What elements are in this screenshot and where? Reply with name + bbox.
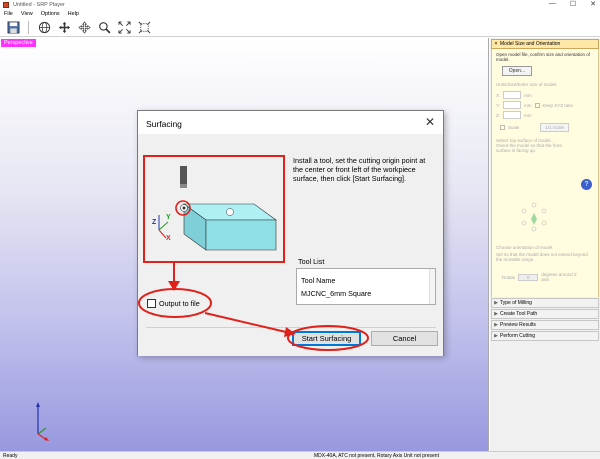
expand-arrow-icon: ▶ bbox=[494, 300, 498, 306]
status-bar: Ready MDX-40A, ATC not present, Rotary A… bbox=[0, 451, 600, 459]
title-bar: Untitled - SRP Player — ☐ ✕ bbox=[0, 0, 600, 10]
start-surfacing-button[interactable]: Start Surfacing bbox=[292, 331, 361, 346]
window-title: Untitled - SRP Player bbox=[13, 2, 65, 8]
status-ready: Ready bbox=[3, 452, 18, 459]
surfacing-dialog: Surfacing ✕ Z Y X Install a tool, set th… bbox=[137, 110, 444, 356]
section-label: Preview Results bbox=[500, 322, 536, 328]
y-size-field[interactable] bbox=[503, 101, 522, 109]
open-model-button[interactable]: Open... bbox=[502, 66, 532, 76]
expand-arrow-icon: ▶ bbox=[494, 333, 498, 339]
help-icon[interactable]: ? bbox=[581, 179, 592, 190]
unit-label: mm bbox=[524, 102, 532, 108]
pan-icon[interactable] bbox=[77, 21, 91, 35]
output-to-file-label: Output to file bbox=[159, 299, 200, 308]
rotate-label: Rotate bbox=[502, 274, 516, 280]
dialog-title: Surfacing bbox=[146, 119, 182, 129]
zoom-fit-icon[interactable] bbox=[117, 21, 131, 35]
minimize-button[interactable]: — bbox=[549, 0, 556, 8]
rotate-select[interactable]: 0 bbox=[518, 273, 539, 281]
orientation-picker-icon[interactable] bbox=[514, 199, 554, 239]
section-label: Model Size and Orientation bbox=[500, 41, 561, 47]
y-size-row: Y: mm Keep XYZ ratio bbox=[496, 101, 594, 109]
tool-list-header: Tool Name bbox=[301, 276, 336, 285]
window-controls: — ☐ ✕ bbox=[549, 0, 596, 8]
output-to-file-checkbox[interactable]: Output to file bbox=[147, 299, 200, 308]
zoom-window-icon[interactable] bbox=[137, 21, 151, 35]
close-window-button[interactable]: ✕ bbox=[590, 0, 596, 8]
choose-orient-hint: Choose orientation of model. bbox=[496, 245, 554, 250]
menu-bar: File View Options Help bbox=[0, 10, 600, 18]
degrees-label: degrees around Z axis bbox=[541, 272, 577, 282]
expand-arrow-icon: ▶ bbox=[494, 322, 498, 328]
menu-help[interactable]: Help bbox=[68, 11, 79, 17]
dialog-divider bbox=[146, 327, 436, 328]
y-label: Y: bbox=[496, 102, 501, 108]
units-hint: Units/Size/Enter size of model. bbox=[496, 82, 558, 87]
x-label: X: bbox=[496, 92, 501, 98]
checkbox-box[interactable] bbox=[147, 299, 156, 308]
z-size-row: Z: mm bbox=[496, 111, 594, 119]
section-preview-results[interactable]: ▶ Preview Results bbox=[491, 320, 599, 330]
section-perform-cutting[interactable]: ▶ Perform Cutting bbox=[491, 331, 599, 341]
status-machine: MDX-40A, ATC not present, Rotary Axis Un… bbox=[314, 452, 439, 459]
axis-triad-icon bbox=[36, 402, 49, 441]
section-label: Type of Milling bbox=[500, 300, 532, 306]
unit-label: mm bbox=[524, 112, 532, 118]
axis-x-label: X bbox=[166, 235, 171, 242]
intro-text: Open model file, confirm size and orient… bbox=[496, 52, 591, 62]
scale-checkbox[interactable] bbox=[500, 125, 505, 130]
wizard-panel: ▼ Model Size and Orientation Open model … bbox=[490, 38, 600, 451]
surfacing-illustration bbox=[158, 166, 277, 251]
x-size-field[interactable] bbox=[503, 91, 522, 99]
section-model-size-body: Open model file, confirm size and orient… bbox=[491, 49, 599, 297]
maximize-button[interactable]: ☐ bbox=[570, 0, 576, 8]
unit-label: mm bbox=[524, 92, 532, 98]
z-size-field[interactable] bbox=[503, 111, 521, 119]
menu-options[interactable]: Options bbox=[41, 11, 60, 17]
section-label: Perform Cutting bbox=[500, 333, 536, 339]
perspective-label: Perspective bbox=[1, 39, 36, 47]
keep-ratio-checkbox[interactable] bbox=[534, 102, 540, 108]
tool-list-label: Tool List bbox=[298, 257, 325, 266]
orient-hint: Orient the model so that the front surfa… bbox=[496, 143, 562, 153]
menu-file[interactable]: File bbox=[4, 11, 13, 17]
save-icon[interactable] bbox=[6, 21, 20, 35]
scale-label: Scale bbox=[508, 125, 520, 130]
center-origin-icon bbox=[226, 208, 234, 216]
panel-empty-area bbox=[490, 341, 600, 441]
move-icon[interactable] bbox=[57, 21, 71, 35]
expand-arrow-icon: ▶ bbox=[494, 311, 498, 317]
section-label: Create Tool Path bbox=[500, 311, 538, 317]
dialog-body: Z Y X Install a tool, set the cutting or… bbox=[138, 134, 443, 356]
close-icon[interactable]: ✕ bbox=[425, 116, 435, 128]
collapse-arrow-icon: ▼ bbox=[493, 41, 499, 47]
rotate-row: Rotate 0 degrees around Z axis bbox=[502, 272, 577, 282]
cancel-button[interactable]: Cancel bbox=[371, 331, 438, 346]
toolbar-separator bbox=[28, 21, 29, 34]
section-type-of-milling[interactable]: ▶ Type of Milling bbox=[491, 298, 599, 308]
menu-view[interactable]: View bbox=[21, 11, 33, 17]
orient-range-hint: Set so that the model does not extend be… bbox=[496, 252, 588, 262]
section-create-tool-path[interactable]: ▶ Create Tool Path bbox=[491, 309, 599, 319]
instruction-text: Install a tool, set the cutting origin p… bbox=[293, 156, 426, 183]
toolbar bbox=[0, 19, 600, 37]
tool-list[interactable]: Tool Name MJCNC_6mm Square bbox=[296, 268, 436, 305]
tool-shank-icon bbox=[180, 166, 187, 186]
keep-ratio-label: Keep XYZ ratio bbox=[542, 102, 574, 108]
one-scale-button[interactable]: 1/1 Scale bbox=[540, 123, 570, 132]
tool-list-item[interactable]: MJCNC_6mm Square bbox=[297, 287, 435, 300]
axis-z-label: Z bbox=[152, 219, 157, 226]
x-size-row: X: mm bbox=[496, 91, 594, 99]
section-model-size-header[interactable]: ▼ Model Size and Orientation bbox=[491, 39, 599, 49]
globe-icon[interactable] bbox=[37, 21, 51, 35]
z-label: Z: bbox=[496, 112, 500, 118]
app-icon bbox=[3, 2, 9, 8]
scale-row: Scale 1/1 Scale bbox=[500, 123, 594, 132]
axis-y-label: Y bbox=[166, 214, 171, 221]
tool-list-scrollbar[interactable] bbox=[429, 269, 435, 304]
zoom-icon[interactable] bbox=[97, 21, 111, 35]
